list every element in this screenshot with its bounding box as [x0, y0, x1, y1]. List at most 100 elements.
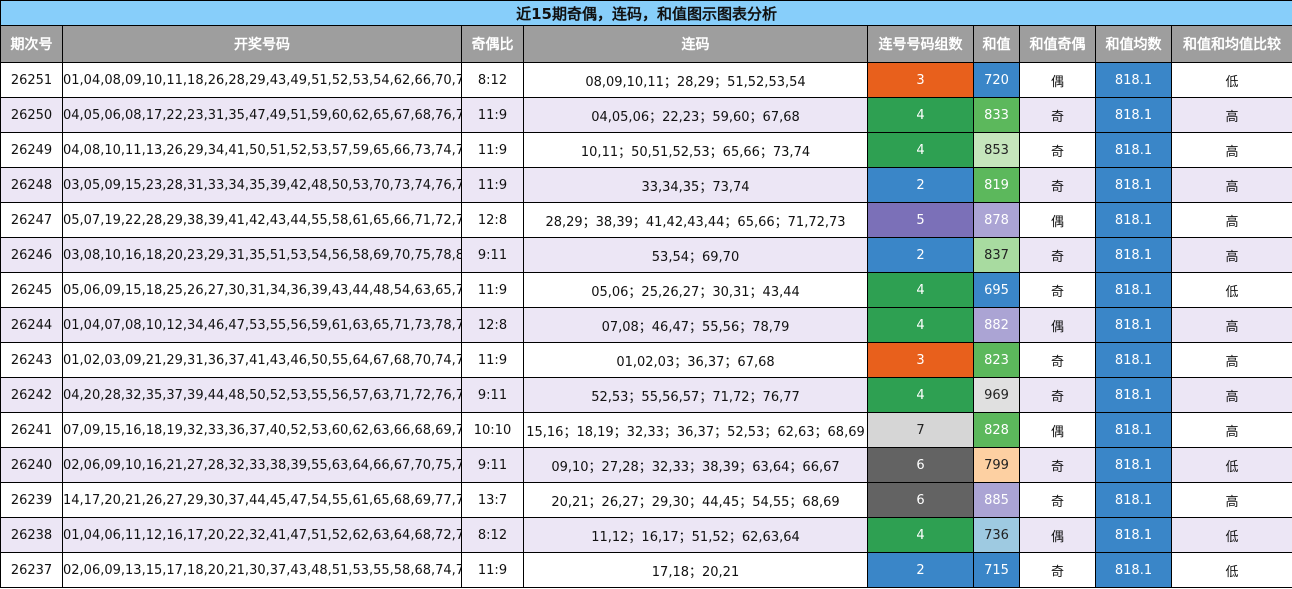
consecutive-groups-cell: 4	[867, 272, 974, 308]
odd-even-ratio-cell: 8:12	[461, 517, 524, 553]
table-row: 26237 02,06,09,13,15,17,18,20,21,30,37,43…	[0, 552, 1292, 588]
sum-compare-cell: 高	[1170, 132, 1292, 168]
consecutive-cell: 01,02,03；36,37；67,68	[523, 342, 868, 378]
header-consecutive: 连码	[523, 25, 868, 63]
sum-average-cell: 818.1	[1095, 132, 1172, 168]
period-cell: 26249	[0, 132, 63, 168]
numbers-cell: 01,04,07,08,10,12,34,46,47,53,55,56,59,6…	[62, 307, 462, 343]
sum-average-cell: 818.1	[1095, 342, 1172, 378]
odd-even-ratio-cell: 11:9	[461, 272, 524, 308]
header-odd-even-ratio: 奇偶比	[461, 25, 524, 63]
sum-compare-cell: 高	[1170, 237, 1292, 273]
consecutive-groups-cell: 4	[867, 517, 974, 553]
table-row: 26249 04,08,10,11,13,26,29,34,41,50,51,52…	[0, 132, 1292, 168]
consecutive-groups-cell: 4	[867, 377, 974, 413]
table-row: 26251 01,04,08,09,10,11,18,26,28,29,43,49…	[0, 62, 1292, 98]
sum-cell: 819	[973, 167, 1020, 203]
consecutive-groups-cell: 4	[867, 132, 974, 168]
sum-compare-cell: 高	[1170, 342, 1292, 378]
consecutive-groups-cell: 2	[867, 552, 974, 588]
odd-even-ratio-cell: 12:8	[461, 307, 524, 343]
header-consecutive-groups: 连号号码组数	[867, 25, 974, 63]
sum-average-cell: 818.1	[1095, 167, 1172, 203]
sum-compare-cell: 低	[1170, 552, 1292, 588]
consecutive-groups-cell: 2	[867, 237, 974, 273]
odd-even-ratio-cell: 13:7	[461, 482, 524, 518]
sum-compare-cell: 高	[1170, 412, 1292, 448]
header-sum: 和值	[973, 25, 1020, 63]
sum-average-cell: 818.1	[1095, 447, 1172, 483]
period-cell: 26242	[0, 377, 63, 413]
table-row: 26239 14,17,20,21,26,27,29,30,37,44,45,47…	[0, 482, 1292, 518]
sum-parity-cell: 偶	[1019, 62, 1096, 98]
sum-cell: 837	[973, 237, 1020, 273]
period-cell: 26239	[0, 482, 63, 518]
consecutive-groups-cell: 4	[867, 307, 974, 343]
sum-parity-cell: 奇	[1019, 377, 1096, 413]
period-cell: 26240	[0, 447, 63, 483]
table-row: 26242 04,20,28,32,35,37,39,44,48,50,52,53…	[0, 377, 1292, 413]
sum-parity-cell: 偶	[1019, 307, 1096, 343]
header-period: 期次号	[0, 25, 63, 63]
sum-compare-cell: 高	[1170, 377, 1292, 413]
consecutive-cell: 11,12；16,17；51,52；62,63,64	[523, 517, 868, 553]
table-row: 26243 01,02,03,09,21,29,31,36,37,41,43,46…	[0, 342, 1292, 378]
period-cell: 26251	[0, 62, 63, 98]
odd-even-ratio-cell: 11:9	[461, 97, 524, 133]
table-row: 26248 03,05,09,15,23,28,31,33,34,35,39,42…	[0, 167, 1292, 203]
consecutive-groups-cell: 6	[867, 482, 974, 518]
sum-compare-cell: 高	[1170, 482, 1292, 518]
sum-parity-cell: 奇	[1019, 132, 1096, 168]
sum-average-cell: 818.1	[1095, 97, 1172, 133]
consecutive-groups-cell: 5	[867, 202, 974, 238]
period-cell: 26238	[0, 517, 63, 553]
sum-average-cell: 818.1	[1095, 482, 1172, 518]
sum-cell: 882	[973, 307, 1020, 343]
consecutive-groups-cell: 6	[867, 447, 974, 483]
numbers-cell: 01,02,03,09,21,29,31,36,37,41,43,46,50,5…	[62, 342, 462, 378]
numbers-cell: 05,06,09,15,18,25,26,27,30,31,34,36,39,4…	[62, 272, 462, 308]
period-cell: 26245	[0, 272, 63, 308]
consecutive-cell: 33,34,35；73,74	[523, 167, 868, 203]
numbers-cell: 01,04,08,09,10,11,18,26,28,29,43,49,51,5…	[62, 62, 462, 98]
table-row: 26247 05,07,19,22,28,29,38,39,41,42,43,44…	[0, 202, 1292, 238]
sum-average-cell: 818.1	[1095, 272, 1172, 308]
numbers-cell: 07,09,15,16,18,19,32,33,36,37,40,52,53,6…	[62, 412, 462, 448]
sum-parity-cell: 奇	[1019, 272, 1096, 308]
consecutive-cell: 05,06；25,26,27；30,31；43,44	[523, 272, 868, 308]
consecutive-cell: 07,08；46,47；55,56；78,79	[523, 307, 868, 343]
sum-parity-cell: 奇	[1019, 482, 1096, 518]
consecutive-groups-cell: 2	[867, 167, 974, 203]
sum-parity-cell: 偶	[1019, 517, 1096, 553]
sum-cell: 833	[973, 97, 1020, 133]
period-cell: 26241	[0, 412, 63, 448]
sum-parity-cell: 奇	[1019, 342, 1096, 378]
sum-compare-cell: 高	[1170, 97, 1292, 133]
consecutive-cell: 20,21；26,27；29,30；44,45；54,55；68,69	[523, 482, 868, 518]
numbers-cell: 01,04,06,11,12,16,17,20,22,32,41,47,51,5…	[62, 517, 462, 553]
header-sum-average: 和值均数	[1095, 25, 1172, 63]
odd-even-ratio-cell: 12:8	[461, 202, 524, 238]
sum-compare-cell: 低	[1170, 517, 1292, 553]
odd-even-ratio-cell: 11:9	[461, 167, 524, 203]
numbers-cell: 02,06,09,10,16,21,27,28,32,33,38,39,55,6…	[62, 447, 462, 483]
lottery-analysis-table: 近15期奇偶，连码，和值图示图表分析 期次号 开奖号码 奇偶比 连码 连号号码组…	[0, 0, 1292, 588]
sum-average-cell: 818.1	[1095, 307, 1172, 343]
sum-parity-cell: 奇	[1019, 167, 1096, 203]
sum-average-cell: 818.1	[1095, 412, 1172, 448]
table-title: 近15期奇偶，连码，和值图示图表分析	[0, 0, 1292, 26]
sum-parity-cell: 奇	[1019, 97, 1096, 133]
sum-compare-cell: 低	[1170, 447, 1292, 483]
sum-cell: 828	[973, 412, 1020, 448]
sum-compare-cell: 高	[1170, 167, 1292, 203]
consecutive-cell: 53,54；69,70	[523, 237, 868, 273]
sum-cell: 720	[973, 62, 1020, 98]
sum-average-cell: 818.1	[1095, 517, 1172, 553]
consecutive-groups-cell: 3	[867, 62, 974, 98]
odd-even-ratio-cell: 11:9	[461, 132, 524, 168]
period-cell: 26244	[0, 307, 63, 343]
sum-parity-cell: 奇	[1019, 447, 1096, 483]
consecutive-cell: 15,16；18,19；32,33；36,37；52,53；62,63；68,6…	[523, 412, 868, 448]
numbers-cell: 04,08,10,11,13,26,29,34,41,50,51,52,53,5…	[62, 132, 462, 168]
odd-even-ratio-cell: 9:11	[461, 447, 524, 483]
